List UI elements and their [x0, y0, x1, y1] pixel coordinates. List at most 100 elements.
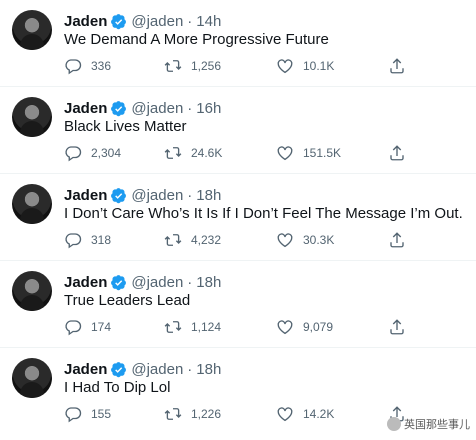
heart-icon — [277, 59, 293, 74]
author-name[interactable]: Jaden — [64, 361, 107, 378]
heart-icon — [277, 320, 293, 335]
watermark-text: 英国那些事儿 — [404, 419, 470, 431]
like-count: 30.3K — [303, 233, 335, 247]
tweet[interactable]: Jaden @jaden · 18h True Leaders Lead 174… — [0, 261, 476, 348]
verified-badge-icon — [111, 13, 127, 29]
retweet-icon — [164, 60, 182, 72]
share-button[interactable] — [388, 230, 415, 250]
heart-icon — [277, 233, 293, 248]
author-name[interactable]: Jaden — [64, 13, 107, 30]
retweet-button[interactable]: 1,124 — [164, 317, 221, 337]
share-button[interactable] — [388, 143, 415, 163]
separator-dot: · — [187, 360, 193, 378]
reply-button[interactable]: 2,304 — [64, 143, 121, 163]
reply-count: 174 — [91, 320, 112, 334]
retweet-icon — [164, 234, 182, 246]
separator-dot: · — [187, 99, 193, 117]
verified-badge-icon — [111, 100, 127, 116]
author-name[interactable]: Jaden — [64, 274, 107, 291]
like-button[interactable]: 151.5K — [276, 143, 341, 163]
share-button[interactable] — [388, 56, 415, 76]
retweet-button[interactable]: 1,226 — [164, 404, 221, 424]
avatar[interactable] — [12, 97, 52, 137]
reply-button[interactable]: 155 — [64, 404, 111, 424]
verified-badge-icon — [111, 361, 127, 377]
avatar[interactable] — [12, 10, 52, 50]
retweet-button[interactable]: 1,256 — [164, 56, 221, 76]
like-count: 14.2K — [303, 407, 335, 421]
like-button[interactable]: 30.3K — [276, 230, 334, 250]
tweet-text: I Had To Dip Lol — [64, 379, 171, 396]
reply-count: 155 — [91, 407, 112, 421]
author-name[interactable]: Jaden — [64, 187, 107, 204]
tweet-time[interactable]: 16h — [196, 100, 221, 117]
share-button[interactable] — [388, 317, 415, 337]
tweet-time[interactable]: 18h — [196, 361, 221, 378]
heart-icon — [277, 407, 293, 422]
retweet-count: 1,256 — [191, 59, 222, 73]
author-handle[interactable]: @jaden — [131, 13, 183, 30]
reply-count: 336 — [91, 59, 112, 73]
tweet-header: Jaden @jaden · 14h — [64, 12, 221, 30]
tweet-header: Jaden @jaden · 18h — [64, 360, 221, 378]
retweet-icon — [164, 147, 182, 159]
reply-icon — [65, 146, 82, 162]
tweet[interactable]: Jaden @jaden · 14h We Demand A More Prog… — [0, 0, 476, 87]
share-icon — [390, 58, 404, 74]
retweet-button[interactable]: 24.6K — [164, 143, 222, 163]
watermark: 英国那些事儿 — [387, 416, 470, 432]
retweet-button[interactable]: 4,232 — [164, 230, 221, 250]
reply-icon — [65, 59, 82, 75]
tweet-text: Black Lives Matter — [64, 118, 187, 135]
author-handle[interactable]: @jaden — [131, 100, 183, 117]
tweet-actions: 318 4,232 30.3K — [64, 230, 464, 250]
share-icon — [390, 145, 404, 161]
tweet-text: True Leaders Lead — [64, 292, 191, 309]
author-handle[interactable]: @jaden — [131, 361, 183, 378]
tweet-actions: 336 1,256 10.1K — [64, 56, 464, 76]
like-button[interactable]: 9,079 — [276, 317, 333, 337]
heart-icon — [277, 146, 293, 161]
tweet-feed: Jaden @jaden · 14h We Demand A More Prog… — [0, 0, 476, 440]
like-count: 151.5K — [303, 146, 342, 160]
separator-dot: · — [187, 186, 193, 204]
retweet-count: 24.6K — [191, 146, 223, 160]
retweet-icon — [164, 321, 182, 333]
retweet-count: 4,232 — [191, 233, 222, 247]
avatar[interactable] — [12, 184, 52, 224]
reply-button[interactable]: 336 — [64, 56, 111, 76]
share-icon — [390, 319, 404, 335]
avatar[interactable] — [12, 271, 52, 311]
wechat-logo-icon — [387, 417, 401, 431]
tweet-time[interactable]: 18h — [196, 187, 221, 204]
author-handle[interactable]: @jaden — [131, 274, 183, 291]
tweet-header: Jaden @jaden · 16h — [64, 99, 221, 117]
like-count: 9,079 — [303, 320, 334, 334]
tweet-header: Jaden @jaden · 18h — [64, 273, 221, 291]
share-icon — [390, 232, 404, 248]
retweet-count: 1,226 — [191, 407, 222, 421]
avatar[interactable] — [12, 358, 52, 398]
tweet-text: I Don’t Care Who’s It Is If I Don’t Feel… — [64, 205, 463, 222]
retweet-icon — [164, 408, 182, 420]
like-button[interactable]: 10.1K — [276, 56, 334, 76]
like-count: 10.1K — [303, 59, 335, 73]
reply-icon — [65, 233, 82, 249]
reply-count: 318 — [91, 233, 112, 247]
reply-icon — [65, 407, 82, 423]
tweet-actions: 2,304 24.6K 151.5K — [64, 143, 464, 163]
author-name[interactable]: Jaden — [64, 100, 107, 117]
tweet[interactable]: Jaden @jaden · 16h Black Lives Matter 2,… — [0, 87, 476, 174]
reply-button[interactable]: 318 — [64, 230, 111, 250]
tweet-time[interactable]: 18h — [196, 274, 221, 291]
author-handle[interactable]: @jaden — [131, 187, 183, 204]
tweet-header: Jaden @jaden · 18h — [64, 186, 221, 204]
like-button[interactable]: 14.2K — [276, 404, 334, 424]
separator-dot: · — [187, 273, 193, 291]
reply-icon — [65, 320, 82, 336]
tweet-time[interactable]: 14h — [196, 13, 221, 30]
retweet-count: 1,124 — [191, 320, 222, 334]
tweet-actions: 174 1,124 9,079 — [64, 317, 464, 337]
tweet[interactable]: Jaden @jaden · 18h I Don’t Care Who’s It… — [0, 174, 476, 261]
reply-button[interactable]: 174 — [64, 317, 111, 337]
